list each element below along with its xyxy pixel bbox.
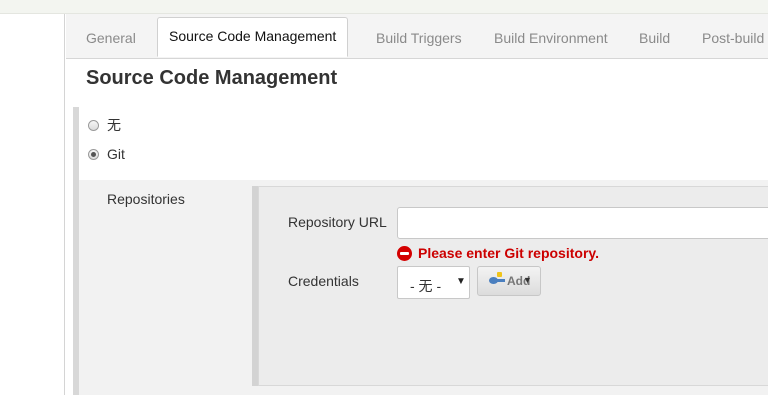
tab-build-triggers[interactable]: Build Triggers [376,30,462,46]
repository-error-text: Please enter Git repository. [418,245,600,261]
error-icon [397,245,412,261]
credentials-label: Credentials [288,273,359,289]
scm-option-none[interactable]: 无 [88,115,121,135]
tab-build[interactable]: Build [639,30,670,46]
top-strip [0,0,768,14]
tab-build-environment[interactable]: Build Environment [494,30,608,46]
add-credentials-button[interactable]: Add ▼ [477,266,541,296]
tab-post-build[interactable]: Post-build [702,30,764,46]
radio-git[interactable] [88,148,99,160]
scm-option-git-label: Git [107,146,125,162]
repository-url-input[interactable] [397,207,768,239]
credentials-selected-value: - 无 - [410,278,442,294]
left-side-panel [0,14,65,395]
repository-url-label: Repository URL [288,214,387,230]
config-tab-bar: General Source Code Management Build Tri… [66,14,768,59]
repository-error: Please enter Git repository. [397,245,599,261]
scm-option-none-label: 无 [107,117,121,133]
dropdown-arrow-icon: ▼ [523,275,532,285]
repositories-label: Repositories [107,191,185,207]
scm-option-git[interactable]: Git [88,146,125,162]
key-icon [489,277,505,284]
section-title: Source Code Management [86,67,338,89]
tab-general[interactable]: General [86,30,136,46]
tab-source-code-management[interactable]: Source Code Management [157,17,349,57]
chevron-down-icon: ▼ [456,276,466,287]
radio-none[interactable] [88,119,99,131]
sparkle-icon [497,272,502,277]
credentials-select[interactable]: - 无 - ▼ [397,266,470,299]
